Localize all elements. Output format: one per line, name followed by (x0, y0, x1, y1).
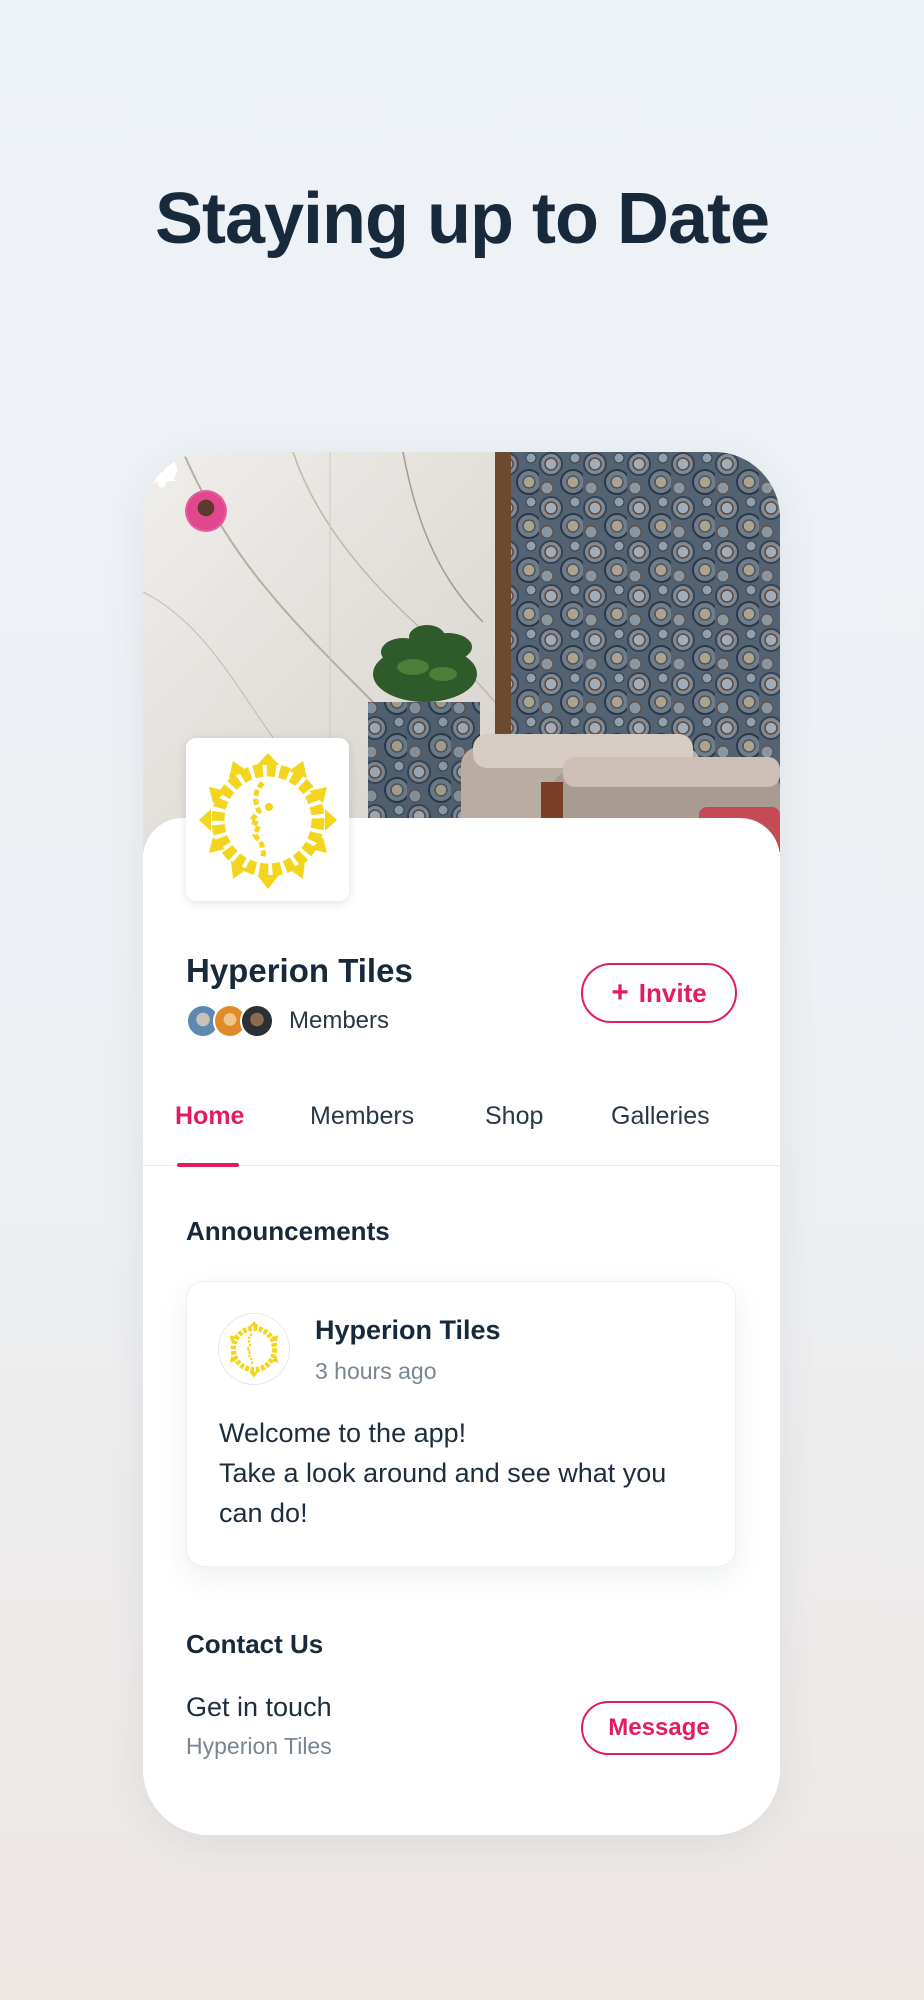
tab-galleries[interactable]: Galleries (611, 1102, 710, 1131)
user-avatar[interactable] (185, 490, 227, 532)
post-body-line: Take a look around and see what you (219, 1458, 667, 1488)
active-tab-indicator (177, 1163, 239, 1167)
post-body-line: can do! (219, 1498, 308, 1528)
members-link[interactable]: Members (289, 1007, 389, 1035)
sun-mosaic-logo (198, 752, 337, 889)
post-author: Hyperion Tiles (315, 1315, 501, 1345)
announcement-card[interactable]: Hyperion Tiles 3 hours ago Welcome to th… (186, 1281, 736, 1567)
member-avatars[interactable] (186, 1004, 276, 1038)
tab-home[interactable]: Home (175, 1102, 244, 1131)
tab-members[interactable]: Members (310, 1102, 414, 1131)
tab-shop[interactable]: Shop (485, 1102, 543, 1131)
invite-button[interactable]: + Invite (581, 963, 737, 1023)
invite-label: Invite (638, 977, 707, 1008)
post-body-line: Welcome to the app! (219, 1418, 467, 1448)
message-button[interactable]: Message (581, 1701, 737, 1755)
group-name: Hyperion Tiles (186, 952, 413, 989)
bell-icon[interactable] (143, 452, 181, 490)
member-avatar (240, 1004, 274, 1038)
announcements-heading: Announcements (186, 1216, 390, 1246)
post-body: Welcome to the app! Take a look around a… (219, 1413, 719, 1533)
group-logo (186, 738, 349, 901)
contact-subtitle: Hyperion Tiles (186, 1733, 332, 1759)
page-headline: Staying up to Date (154, 179, 770, 259)
tab-bar: Home Members Shop Galleries (143, 1092, 780, 1167)
plus-icon: + (611, 976, 629, 1009)
post-author-avatar (218, 1313, 290, 1385)
contact-line: Get in touch (186, 1692, 332, 1722)
post-timestamp: 3 hours ago (315, 1358, 437, 1384)
phone-frame: Hyperion Tiles Members + Invite Home Mem… (143, 452, 780, 1835)
sun-mosaic-logo (229, 1321, 279, 1378)
tab-fade-overlay (703, 1092, 780, 1162)
contact-heading: Contact Us (186, 1629, 324, 1659)
